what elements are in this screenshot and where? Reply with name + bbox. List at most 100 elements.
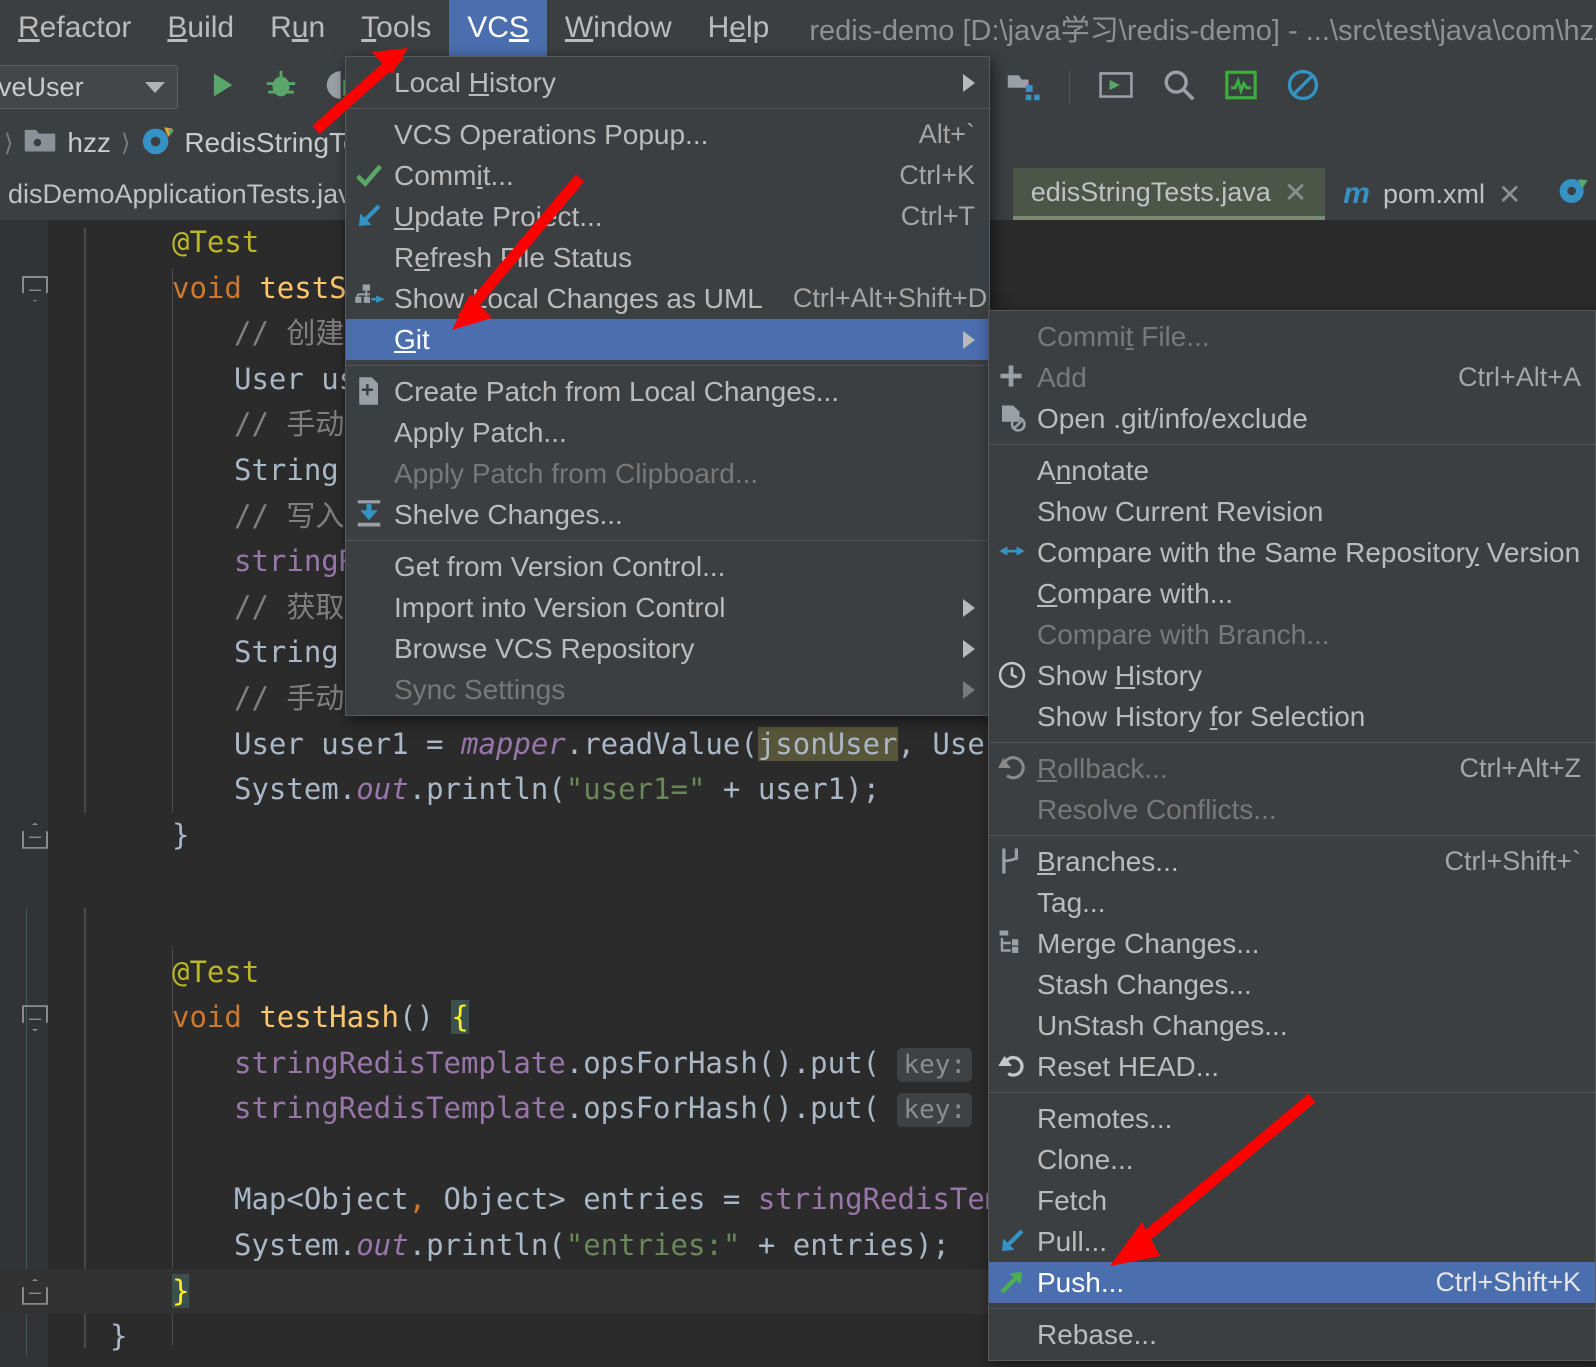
chevron-right-icon	[963, 598, 975, 617]
menu-item-label: Push...	[1037, 1266, 1125, 1298]
git-menu-item-open-git-info-exclude[interactable]: Open .git/info/exclude	[989, 398, 1595, 439]
close-icon[interactable]: ✕	[1284, 176, 1307, 209]
menubar-item-window[interactable]: Window	[547, 0, 690, 56]
git-submenu-popup[interactable]: Commit File... Add Ctrl+Alt+A Open .git/inf…	[988, 310, 1596, 1361]
menu-item-label: UnStash Changes...	[1037, 1009, 1288, 1041]
check-icon	[354, 160, 386, 192]
menu-item-label: Browse VCS Repository	[394, 632, 695, 664]
tab-pom-xml[interactable]: m pom.xml ✕	[1325, 168, 1539, 220]
debug-icon[interactable]	[264, 68, 298, 107]
vcs-menu-item-refresh-file-status[interactable]: Refresh File Status	[346, 237, 989, 278]
breadcrumb-item-package[interactable]: hzz	[67, 127, 111, 159]
menu-item-label: Stash Changes...	[1037, 968, 1252, 1000]
vcs-menu-item-git[interactable]: Git	[346, 319, 989, 360]
git-menu-item-tag[interactable]: Tag...	[989, 882, 1595, 923]
code-token: + entries);	[740, 1228, 950, 1263]
profiler-icon[interactable]	[1224, 68, 1258, 107]
vcs-menu-item-update-project[interactable]: Update Project... Ctrl+T	[346, 196, 989, 237]
code-token: System.	[234, 772, 357, 807]
code-token: void	[172, 1000, 260, 1035]
vcs-menu-item-apply-patch[interactable]: Apply Patch...	[346, 412, 989, 453]
vcs-menu-item-local-history[interactable]: Local History	[346, 62, 989, 103]
git-menu-item-push[interactable]: Push... Ctrl+Shift+K	[989, 1262, 1595, 1303]
menu-item-label: Reset HEAD...	[1037, 1050, 1220, 1082]
menu-item-label: Get from Version Control...	[394, 550, 726, 582]
run-anything-icon[interactable]	[1098, 69, 1134, 106]
tab-redis-demo-application-tests[interactable]: disDemoApplicationTests.java	[0, 168, 385, 220]
menu-separator	[989, 742, 1595, 743]
git-menu-item-reset-head[interactable]: Reset HEAD...	[989, 1046, 1595, 1087]
chevron-right-icon	[963, 680, 975, 699]
git-menu-item-stash-changes[interactable]: Stash Changes...	[989, 964, 1595, 1005]
git-menu-item-annotate[interactable]: Annotate	[989, 450, 1595, 491]
vcs-menu-item-get-from-version-control[interactable]: Get from Version Control...	[346, 546, 989, 587]
code-token: .readValue(	[565, 726, 758, 761]
main-menu-bar: Refactor Build Run Tools VCS Window Help redis…	[0, 0, 1596, 56]
run-icon[interactable]	[204, 68, 238, 107]
code-token: @Test	[172, 954, 260, 989]
code-token: "user1="	[565, 772, 706, 807]
git-menu-item-clone[interactable]: Clone...	[989, 1139, 1595, 1180]
chevron-right-icon	[963, 330, 975, 349]
vcs-menu-popup[interactable]: Local History VCS Operations Popup... Alt+…	[345, 56, 990, 716]
menubar-item-vcs[interactable]: VCS	[449, 0, 547, 56]
code-token: key:	[897, 1093, 973, 1128]
code-token: .println(	[408, 1228, 566, 1263]
update-icon	[354, 201, 386, 233]
menu-separator	[346, 108, 989, 109]
git-menu-item-branches[interactable]: Branches... Ctrl+Shift+`	[989, 841, 1595, 882]
run-configuration-selector[interactable]: estSaveUser	[0, 65, 178, 109]
menu-item-label: Compare with Branch...	[1037, 618, 1330, 650]
breadcrumb-separator-2: ⟩	[120, 129, 131, 157]
menu-item-label: Clone...	[1037, 1143, 1134, 1175]
menu-item-label: Pull...	[1037, 1225, 1108, 1257]
code-token: }	[110, 1319, 128, 1354]
git-menu-item-show-history[interactable]: Show History	[989, 655, 1595, 696]
compare-icon	[997, 537, 1029, 569]
vcs-menu-item-import-into-version-control[interactable]: Import into Version Control	[346, 587, 989, 628]
menu-item-shortcut: Ctrl+Alt+A	[1457, 362, 1581, 392]
search-everywhere-icon[interactable]	[1162, 68, 1196, 107]
close-icon[interactable]: ✕	[1498, 178, 1521, 211]
tab-redis[interactable]: Redis	[1539, 168, 1596, 220]
git-menu-item-merge-changes[interactable]: Merge Changes...	[989, 923, 1595, 964]
menu-item-label: Refresh File Status	[394, 241, 633, 273]
git-menu-item-rebase[interactable]: Rebase...	[989, 1314, 1595, 1355]
vcs-menu-item-commit[interactable]: Commit... Ctrl+K	[346, 155, 989, 196]
tab-redis-string-tests[interactable]: edisStringTests.java ✕	[1012, 168, 1326, 220]
class-icon	[1557, 175, 1589, 214]
tab-label: disDemoApplicationTests.java	[8, 178, 367, 209]
vcs-menu-item-show-local-changes-as-uml[interactable]: Show Local Changes as UML Ctrl+Alt+Shift+…	[346, 278, 989, 319]
chevron-down-icon	[145, 81, 165, 93]
git-menu-item-add: Add Ctrl+Alt+A	[989, 357, 1595, 398]
menu-item-label: Apply Patch...	[394, 416, 567, 448]
menu-item-label: Local History	[394, 66, 556, 98]
git-menu-item-fetch[interactable]: Fetch	[989, 1180, 1595, 1221]
menubar-item-build[interactable]: Build	[149, 0, 252, 56]
vcs-menu-item-vcs-operations-popup[interactable]: VCS Operations Popup... Alt+`	[346, 114, 989, 155]
project-structure-icon[interactable]	[1005, 68, 1041, 107]
git-menu-item-pull[interactable]: Pull...	[989, 1221, 1595, 1262]
vcs-menu-item-shelve-changes[interactable]: Shelve Changes...	[346, 494, 989, 535]
exclude-file-icon	[997, 403, 1029, 435]
vcs-menu-item-browse-vcs-repository[interactable]: Browse VCS Repository	[346, 628, 989, 669]
stop-icon[interactable]	[1286, 68, 1320, 107]
menubar-item-help[interactable]: Help	[690, 0, 788, 56]
menubar-item-tools[interactable]: Tools	[343, 0, 449, 56]
git-menu-item-remotes[interactable]: Remotes...	[989, 1098, 1595, 1139]
code-token: void	[172, 270, 260, 305]
git-menu-item-compare-with-the-same-repository-version[interactable]: Compare with the Same Repository Version	[989, 532, 1595, 573]
menu-item-label: Branches...	[1037, 845, 1179, 877]
menu-item-shortcut: Ctrl+Shift+K	[1435, 1267, 1581, 1297]
menu-item-label: Compare with...	[1037, 577, 1234, 609]
menubar-item-refactor[interactable]: Refactor	[0, 0, 149, 56]
git-menu-item-show-current-revision[interactable]: Show Current Revision	[989, 491, 1595, 532]
vcs-menu-item-create-patch-from-local-changes[interactable]: Create Patch from Local Changes...	[346, 371, 989, 412]
git-menu-item-unstash-changes[interactable]: UnStash Changes...	[989, 1005, 1595, 1046]
vcs-menu-item-sync-settings: Sync Settings	[346, 669, 989, 710]
code-token: .opsForHash().put(	[565, 1091, 898, 1126]
git-menu-item-show-history-for-selection[interactable]: Show History for Selection	[989, 696, 1595, 737]
git-menu-item-compare-with[interactable]: Compare with...	[989, 573, 1595, 614]
menubar-item-run[interactable]: Run	[252, 0, 343, 56]
